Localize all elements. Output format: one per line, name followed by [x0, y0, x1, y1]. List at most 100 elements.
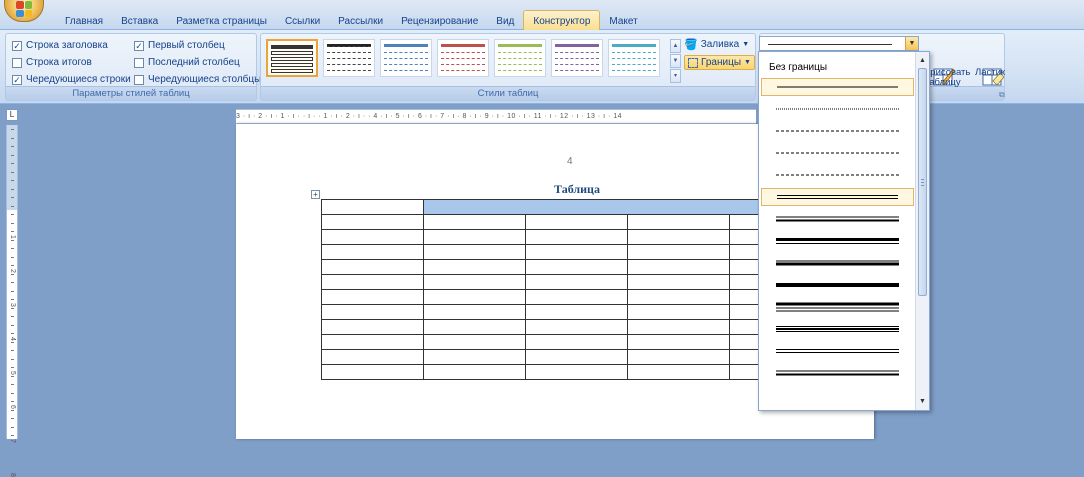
line-style-option[interactable] [761, 100, 914, 118]
table-cell[interactable] [729, 229, 760, 245]
table-cell[interactable] [321, 199, 424, 215]
table-cell[interactable] [627, 364, 730, 380]
table-cell[interactable] [423, 199, 760, 215]
table-cell[interactable] [321, 334, 424, 350]
table-cell[interactable] [627, 349, 730, 365]
table-cell[interactable] [321, 349, 424, 365]
line-style-option[interactable] [761, 276, 914, 294]
table-title[interactable]: Таблица [554, 182, 600, 197]
dialog-launcher-icon[interactable]: ⧉ [999, 90, 1005, 100]
table-cell[interactable] [627, 289, 730, 305]
vertical-ruler[interactable]: 1 2 3 4 5 6 7 8 [6, 125, 18, 477]
tab-0[interactable]: Главная [56, 13, 112, 31]
table-cell[interactable] [423, 319, 526, 335]
table-cell[interactable] [423, 214, 526, 230]
table-cell[interactable] [321, 229, 424, 245]
header-row-checkbox[interactable]: ✓ Строка заголовка [12, 40, 108, 51]
first-column-checkbox[interactable]: ✓ Первый столбец [134, 40, 225, 51]
table-cell[interactable] [627, 319, 730, 335]
table-cell[interactable] [729, 364, 760, 380]
tab-selector[interactable]: L [6, 109, 18, 121]
table-cell[interactable] [525, 349, 628, 365]
table-cell[interactable] [729, 259, 760, 275]
dropdown-scrollbar[interactable]: ▲ ▼ [915, 52, 929, 410]
table-cell[interactable] [627, 259, 730, 275]
line-style-option[interactable] [761, 188, 914, 206]
table-style-tile[interactable] [323, 39, 375, 77]
table-cell[interactable] [321, 289, 424, 305]
table-cell[interactable] [627, 274, 730, 290]
table-cell[interactable] [321, 274, 424, 290]
table-cell[interactable] [321, 319, 424, 335]
table-cell[interactable] [525, 259, 628, 275]
tab-6[interactable]: Вид [487, 13, 523, 31]
more-icon[interactable]: ▾ [670, 69, 681, 83]
table-cell[interactable] [627, 214, 730, 230]
table-style-tile[interactable] [437, 39, 489, 77]
tab-3[interactable]: Ссылки [276, 13, 329, 31]
scroll-up-icon[interactable]: ▲ [916, 54, 929, 67]
table-cell[interactable] [627, 229, 730, 245]
table-cell[interactable] [729, 274, 760, 290]
office-button[interactable] [4, 0, 44, 22]
no-border-option[interactable]: Без границы [769, 62, 827, 73]
table-cell[interactable] [423, 229, 526, 245]
shading-button[interactable]: 🪣 Заливка ▼ [684, 38, 749, 51]
table-cell[interactable] [525, 334, 628, 350]
table-cell[interactable] [423, 304, 526, 320]
line-style-option[interactable] [761, 298, 914, 316]
last-column-checkbox[interactable]: Последний столбец [134, 57, 240, 68]
banded-columns-checkbox[interactable]: Чередующиеся столбцы [134, 74, 261, 85]
table-cell[interactable] [525, 304, 628, 320]
tab-8[interactable]: Макет [600, 13, 646, 31]
table-cell[interactable] [423, 364, 526, 380]
scroll-down-icon[interactable]: ▼ [670, 54, 681, 68]
banded-rows-checkbox[interactable]: ✓ Чередующиеся строки [12, 74, 131, 85]
table-cell[interactable] [321, 304, 424, 320]
line-style-option[interactable] [761, 254, 914, 272]
tab-1[interactable]: Вставка [112, 13, 167, 31]
table-cell[interactable] [423, 274, 526, 290]
line-style-option[interactable] [761, 342, 914, 360]
line-style-option[interactable] [761, 320, 914, 338]
scroll-down-icon[interactable]: ▼ [916, 395, 929, 408]
table-cell[interactable] [729, 214, 760, 230]
table-style-tile[interactable] [608, 39, 660, 77]
line-style-option[interactable] [761, 122, 914, 140]
table-cell[interactable] [729, 244, 760, 260]
table-cell[interactable] [423, 349, 526, 365]
chevron-down-icon[interactable]: ▼ [905, 37, 918, 50]
table-style-tile[interactable] [551, 39, 603, 77]
table-cell[interactable] [525, 244, 628, 260]
table-cell[interactable] [321, 259, 424, 275]
document-table[interactable] [321, 199, 760, 380]
table-style-tile[interactable] [494, 39, 546, 77]
table-cell[interactable] [525, 364, 628, 380]
borders-button[interactable]: Границы ▼ [684, 55, 755, 70]
scroll-thumb[interactable] [918, 68, 927, 296]
table-cell[interactable] [729, 289, 760, 305]
table-cell[interactable] [627, 304, 730, 320]
table-cell[interactable] [525, 319, 628, 335]
table-cell[interactable] [423, 244, 526, 260]
tab-2[interactable]: Разметка страницы [167, 13, 276, 31]
scroll-up-icon[interactable]: ▲ [670, 39, 681, 53]
line-style-option[interactable] [761, 166, 914, 184]
total-row-checkbox[interactable]: Строка итогов [12, 57, 92, 68]
table-cell[interactable] [423, 334, 526, 350]
table-cell[interactable] [423, 259, 526, 275]
table-cell[interactable] [525, 274, 628, 290]
table-cell[interactable] [525, 214, 628, 230]
table-cell[interactable] [729, 304, 760, 320]
table-cell[interactable] [627, 244, 730, 260]
tab-5[interactable]: Рецензирование [392, 13, 487, 31]
table-cell[interactable] [729, 349, 760, 365]
line-style-option[interactable] [761, 78, 914, 96]
line-style-option[interactable] [761, 232, 914, 250]
table-cell[interactable] [627, 334, 730, 350]
table-style-tile[interactable] [380, 39, 432, 77]
line-style-option[interactable] [761, 144, 914, 162]
table-move-handle-icon[interactable]: + [311, 190, 320, 199]
table-cell[interactable] [525, 289, 628, 305]
line-style-option[interactable] [761, 364, 914, 382]
